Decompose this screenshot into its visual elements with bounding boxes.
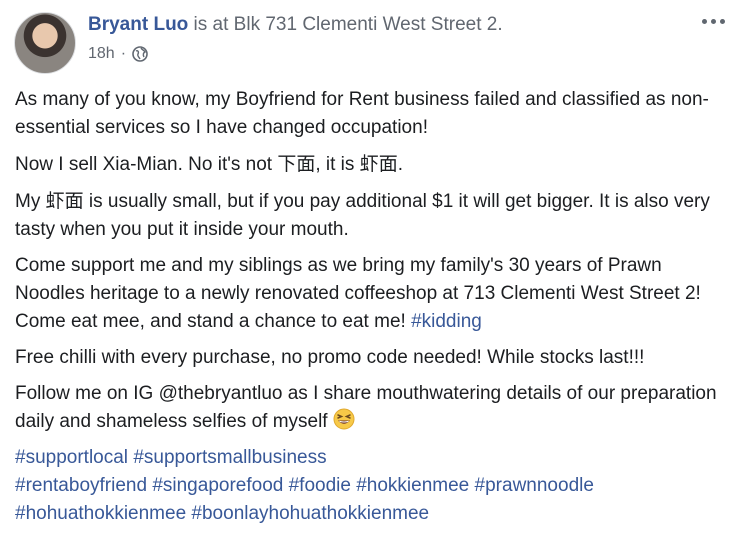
chinese-text: 下面 <box>277 153 316 175</box>
post-header: Bryant Luo is at Blk 731 Clementi West S… <box>88 12 503 38</box>
avatar[interactable] <box>14 12 76 74</box>
paragraph: Follow me on IG @thebryantluo as I share… <box>15 380 730 436</box>
paragraph: Come support me and my siblings as we br… <box>15 252 730 336</box>
hashtag-link[interactable]: #singaporefood <box>152 475 283 496</box>
paragraph-text: My <box>15 191 46 212</box>
hashtag-link[interactable]: #prawnnoodle <box>475 475 594 496</box>
paragraph: Now I sell Xia-Mian. No it's not 下面, it … <box>15 150 730 179</box>
hashtag-link[interactable]: #supportsmallbusiness <box>133 447 326 468</box>
chinese-text: 虾面 <box>359 153 398 175</box>
post-card: Bryant Luo is at Blk 731 Clementi West S… <box>0 0 742 540</box>
paragraph-text: , it is <box>315 154 360 175</box>
paragraph-text: is usually small, but if you pay additio… <box>15 191 710 240</box>
location-text: is at Blk 731 Clementi West Street 2. <box>188 14 503 35</box>
hashtag-link[interactable]: #foodie <box>289 475 351 496</box>
timestamp[interactable]: 18h <box>88 44 115 64</box>
hashtag-link[interactable]: #hohuathokkienmee <box>15 503 186 524</box>
chinese-text: 虾面 <box>45 190 84 212</box>
hashtag-link[interactable]: #hokkienmee <box>356 475 469 496</box>
more-options-icon[interactable] <box>702 16 728 26</box>
paragraph: My 虾面 is usually small, but if you pay a… <box>15 187 730 244</box>
paragraph: Free chilli with every purchase, no prom… <box>15 344 730 372</box>
globe-icon <box>132 46 148 62</box>
paragraph: As many of you know, my Boyfriend for Re… <box>15 86 730 142</box>
hashtag-link[interactable]: #boonlayhohuathokkienmee <box>191 503 429 524</box>
paragraph-text: Come support me and my siblings as we br… <box>15 255 701 332</box>
post-meta: 18h · <box>88 44 148 64</box>
grinning-squinting-face-icon <box>333 408 355 430</box>
hashtag-list: #supportlocal #supportsmallbusiness #ren… <box>15 444 730 528</box>
author-name[interactable]: Bryant Luo <box>88 14 188 35</box>
paragraph-text: Now I sell Xia-Mian. No it's not <box>15 154 278 175</box>
meta-separator: · <box>120 45 127 62</box>
hashtag-link[interactable]: #supportlocal <box>15 447 128 468</box>
hashtag-link[interactable]: #kidding <box>411 311 482 332</box>
paragraph-text: . <box>397 154 403 175</box>
paragraph-text: Follow me on IG @thebryantluo as I share… <box>15 383 717 432</box>
post-body: As many of you know, my Boyfriend for Re… <box>15 86 730 536</box>
hashtag-link[interactable]: #rentaboyfriend <box>15 475 147 496</box>
paragraph-text: As many of you know, my Boyfriend for Re… <box>15 89 709 138</box>
paragraph-text: Free chilli with every purchase, no prom… <box>15 347 645 368</box>
